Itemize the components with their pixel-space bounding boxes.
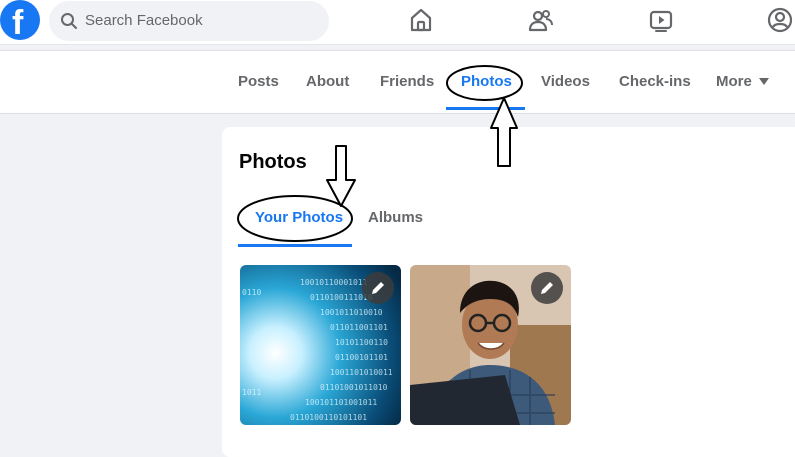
search-icon: [61, 13, 77, 29]
search-placeholder: Search Facebook: [85, 12, 203, 29]
facebook-logo[interactable]: f: [0, 0, 40, 40]
svg-text:1011: 1011: [242, 388, 261, 397]
active-tab-indicator: [446, 107, 525, 110]
svg-text:0110: 0110: [242, 288, 261, 297]
tab-check-ins[interactable]: Check-ins: [619, 73, 691, 91]
tab-your-photos[interactable]: Your Photos: [255, 209, 343, 227]
page-title: Photos: [239, 151, 307, 173]
svg-text:0110100110101101: 0110100110101101: [290, 413, 367, 422]
svg-text:1001101010011: 1001101010011: [330, 368, 393, 377]
tab-more[interactable]: More: [716, 73, 752, 91]
svg-text:10010110001011: 10010110001011: [300, 278, 368, 287]
svg-text:1001011010010: 1001011010010: [320, 308, 383, 317]
svg-text:01101001011010: 01101001011010: [320, 383, 388, 392]
caret-down-icon[interactable]: [759, 78, 769, 86]
svg-text:100101101001011: 100101101001011: [305, 398, 377, 407]
tab-friends[interactable]: Friends: [380, 73, 434, 91]
home-icon[interactable]: [407, 6, 435, 34]
active-subtab-indicator: [238, 244, 352, 247]
pencil-icon: [541, 282, 553, 294]
tab-photos[interactable]: Photos: [461, 73, 512, 91]
pencil-icon: [372, 282, 384, 294]
svg-text:01100101101: 01100101101: [335, 353, 388, 362]
svg-text:10101100110: 10101100110: [335, 338, 388, 347]
friends-icon[interactable]: [527, 6, 555, 34]
watch-icon[interactable]: [647, 6, 675, 34]
tab-posts[interactable]: Posts: [238, 73, 279, 91]
tab-albums[interactable]: Albums: [368, 209, 423, 227]
profile-icon[interactable]: [766, 6, 794, 34]
tab-videos[interactable]: Videos: [541, 73, 590, 91]
svg-text:011011001101: 011011001101: [330, 323, 388, 332]
tab-about[interactable]: About: [306, 73, 349, 91]
